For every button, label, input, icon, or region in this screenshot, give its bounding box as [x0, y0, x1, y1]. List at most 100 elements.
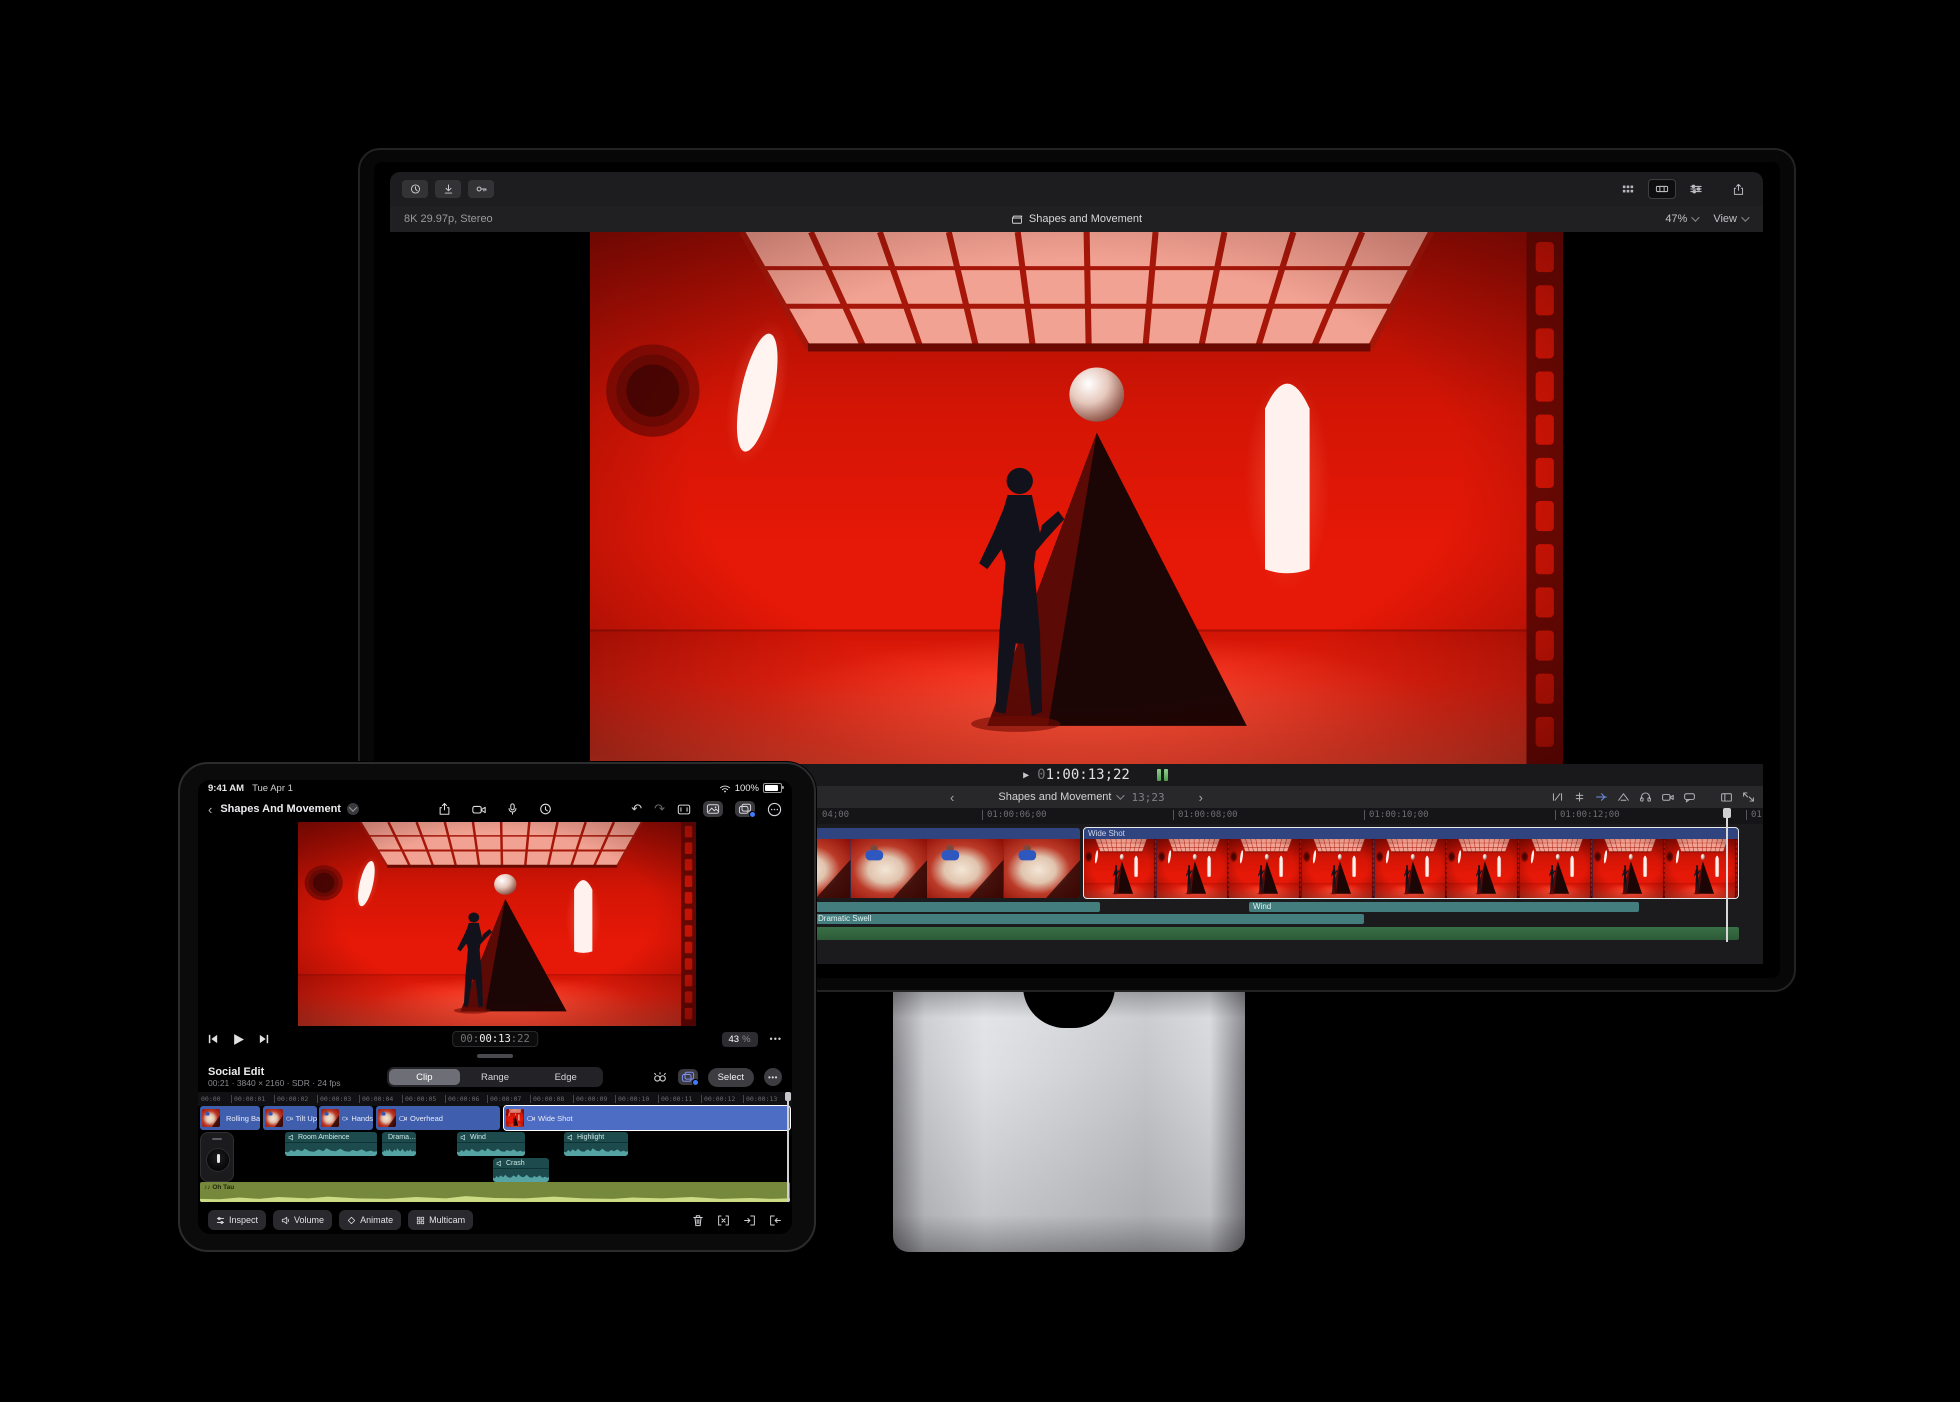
skip-back-icon[interactable] [208, 1034, 218, 1044]
undo-icon[interactable]: ↶ [631, 801, 642, 817]
ruler-tick: 00:00:12 [701, 1095, 735, 1103]
video-clip-wide-shot[interactable]: Wide Shot [1084, 828, 1738, 898]
next-project-button[interactable]: › [1199, 790, 1203, 805]
clip-hands[interactable]: Hands [319, 1106, 373, 1130]
insert-icon[interactable] [743, 1214, 756, 1227]
play-icon[interactable]: ▶ [1023, 770, 1029, 781]
ipad-timecode[interactable]: 00:00:13:22 [452, 1031, 538, 1047]
blade-cut-icon[interactable] [717, 1214, 730, 1227]
clip-wide-shot[interactable]: Wide Shot [504, 1106, 790, 1130]
clip-label: Wide Shot [1084, 828, 1738, 839]
animate-button[interactable]: Animate [339, 1210, 401, 1230]
share-button[interactable] [1725, 180, 1751, 198]
format-info: 8K 29.97p, Stereo [390, 213, 1011, 225]
multicam-button[interactable] [678, 1069, 698, 1085]
resize-handle[interactable] [477, 1054, 513, 1058]
audio-icon [567, 1134, 574, 1141]
clip-highlight[interactable]: Highlight [564, 1132, 628, 1156]
clip-tilt-up[interactable]: Tilt Up [263, 1106, 317, 1130]
music-clip[interactable] [814, 927, 1739, 940]
music-clip[interactable]: ♪♪ Oh Tau [200, 1182, 790, 1202]
media-image-icon [706, 803, 720, 815]
mac-toolbar [390, 172, 1763, 206]
clip-label: Highlight [577, 1134, 604, 1141]
redo-icon[interactable]: ↷ [654, 801, 665, 817]
status-time: 9:41 AM [208, 783, 244, 794]
select-button[interactable]: Select [708, 1068, 754, 1087]
inspect-button[interactable]: Inspect [208, 1210, 266, 1230]
tab-edge[interactable]: Edge [530, 1069, 601, 1085]
keying-button[interactable] [468, 180, 494, 198]
tab-range[interactable]: Range [460, 1069, 531, 1085]
camera-icon[interactable] [472, 803, 487, 816]
voiceover-record-icon[interactable] [539, 802, 553, 816]
media-browser-button[interactable] [703, 801, 723, 817]
timeline-project-menu[interactable]: Shapes and Movement [998, 791, 1121, 803]
audio-solo-icon[interactable] [1639, 791, 1652, 803]
clip-appearance-button[interactable] [1683, 180, 1709, 198]
clip-drama[interactable]: Drama… [382, 1132, 416, 1156]
tab-clip[interactable]: Clip [389, 1069, 460, 1085]
ruler-tick: 00:00:10 [615, 1095, 649, 1103]
jog-wheel-button[interactable] [200, 1132, 234, 1182]
trash-icon[interactable] [692, 1214, 704, 1227]
ruler-tick: 01:00:12;00 [1555, 810, 1620, 820]
ruler-tick: 00:00:02 [274, 1095, 308, 1103]
back-button[interactable]: ‹ [208, 802, 212, 817]
browser-grid-button[interactable] [1615, 180, 1641, 198]
multicam-button-bottom[interactable]: Multicam [408, 1210, 473, 1230]
ipad-playhead[interactable] [787, 1092, 789, 1202]
viewer-layout-icon[interactable] [677, 803, 691, 816]
timecode-dim: 0 [1037, 767, 1045, 783]
feedback-icon[interactable] [1683, 791, 1696, 803]
more-icon[interactable] [767, 802, 782, 817]
ruler-tick: 00:00:13 [743, 1095, 777, 1103]
ipad-timeline-ruler[interactable]: 00:00 00:00:01 00:00:02 00:00:03 00:00:0… [198, 1092, 792, 1106]
view-menu[interactable]: View [1713, 213, 1747, 225]
filmstrip-view-button[interactable] [1648, 179, 1676, 199]
playhead[interactable] [1726, 808, 1728, 942]
snapping-icon[interactable] [1573, 791, 1586, 803]
video-clip-overhead[interactable] [774, 828, 1080, 898]
overwrite-icon[interactable] [769, 1214, 782, 1227]
ipad-screen: 9:41 AM Tue Apr 1 100% ‹ Shapes And Move… [198, 780, 792, 1234]
keyframe-icon [347, 1216, 356, 1225]
chevron-down-icon [1692, 213, 1700, 221]
live-multicam-button[interactable] [735, 801, 755, 817]
clip-rolling-ball[interactable]: Rolling Ball [200, 1106, 260, 1130]
import-button[interactable] [435, 180, 461, 198]
position-tool-icon[interactable] [1595, 791, 1608, 803]
previous-project-button[interactable]: ‹ [950, 790, 954, 805]
trim-tool-icon[interactable] [1551, 791, 1564, 803]
audio-clip-wind[interactable]: Wind [1249, 902, 1639, 912]
clip-crash[interactable]: Crash [493, 1158, 549, 1182]
ruler-tick: 00:00:04 [359, 1095, 393, 1103]
timeline-index-icon[interactable] [1720, 791, 1733, 803]
clip-wind[interactable]: Wind [457, 1132, 525, 1156]
skip-forward-icon[interactable] [259, 1034, 269, 1044]
clip-room-ambience[interactable]: Room Ambience [285, 1132, 377, 1156]
audio-clip[interactable] [814, 902, 1100, 912]
clip-label: Overhead [410, 1114, 443, 1123]
background-tasks-button[interactable] [402, 180, 428, 198]
toolbar-right-icons: ↶ ↷ [631, 801, 782, 817]
clip-label: Room Ambience [298, 1134, 349, 1141]
transition-icon[interactable] [1617, 791, 1630, 803]
volume-button[interactable]: Volume [273, 1210, 332, 1230]
play-icon[interactable] [232, 1033, 245, 1046]
fullscreen-icon[interactable] [1742, 791, 1755, 803]
enhance-icon[interactable] [652, 1071, 668, 1084]
video-frame [590, 232, 1563, 764]
zoom-menu[interactable]: 47% [1665, 213, 1697, 225]
title-menu-button[interactable] [347, 803, 359, 815]
viewer-more-button[interactable]: ••• [770, 1034, 782, 1044]
viewer-zoom-button[interactable]: 43% [722, 1032, 758, 1047]
share-icon[interactable] [438, 802, 452, 816]
audio-clip-dramatic-swell[interactable]: Dramatic Swell [814, 914, 1364, 924]
mic-icon[interactable] [507, 802, 519, 816]
ruler-tick: 00:00 [199, 1095, 221, 1103]
timeline-more-button[interactable]: ••• [764, 1068, 782, 1086]
clip-overhead[interactable]: Overhead [376, 1106, 500, 1130]
audio-meters[interactable] [1157, 769, 1168, 781]
skimming-icon[interactable] [1661, 791, 1674, 803]
